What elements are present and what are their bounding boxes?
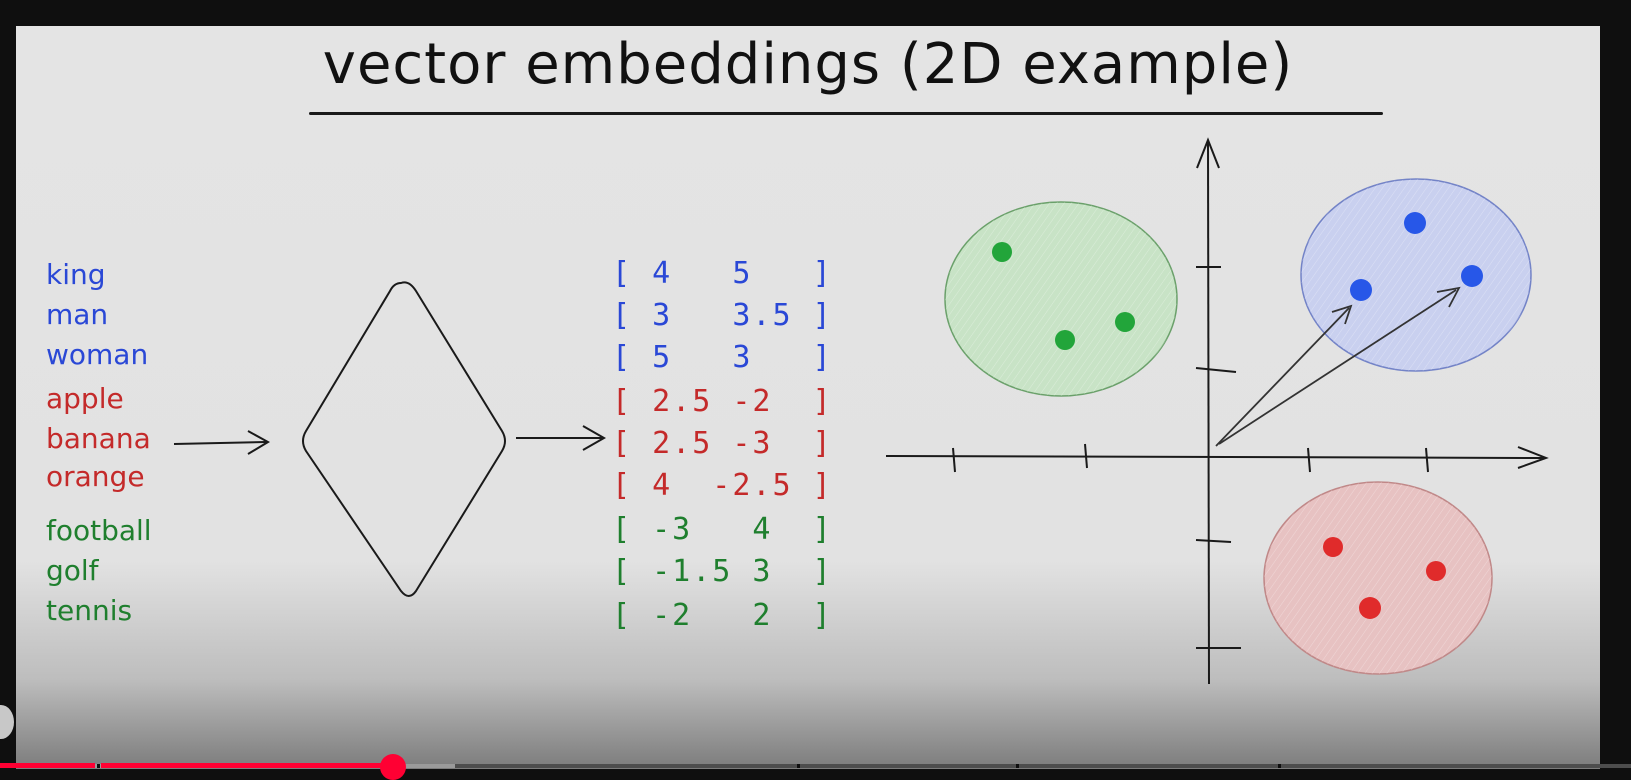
video-frame[interactable]: vector embeddings (2D example) king man … <box>16 26 1600 769</box>
chapter-marker <box>1016 764 1019 768</box>
embedding-drawing <box>173 137 1549 685</box>
progress-scrubber-handle[interactable] <box>380 754 406 780</box>
chapter-marker <box>97 764 100 768</box>
chapter-marker <box>797 764 800 768</box>
progress-played-chapter-2 <box>101 763 391 768</box>
chapter-marker <box>1278 764 1281 768</box>
video-progress-bar[interactable] <box>0 754 1631 780</box>
corner-control[interactable] <box>0 705 14 739</box>
output-arrow <box>516 425 607 451</box>
input-arrow <box>173 430 271 455</box>
progress-played-chapter-1 <box>0 763 95 768</box>
model-diamond <box>302 281 506 597</box>
